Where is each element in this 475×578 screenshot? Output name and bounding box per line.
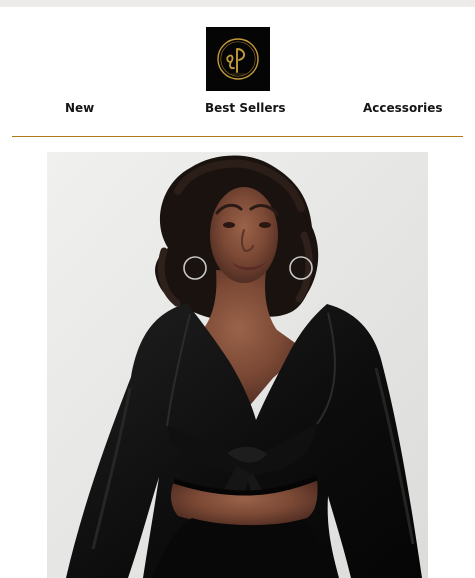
main-navigation: New Best Sellers Accessories <box>0 99 475 117</box>
nav-link-best-sellers[interactable]: Best Sellers <box>205 99 286 117</box>
brand-logo[interactable] <box>206 27 270 91</box>
page: New Best Sellers Accessories <box>0 0 475 578</box>
model-wearing-black-top-image <box>47 152 428 578</box>
header-divider <box>12 136 463 137</box>
nav-link-new[interactable]: New <box>65 99 94 117</box>
hero-product-image[interactable] <box>47 152 428 578</box>
nav-link-accessories[interactable]: Accessories <box>363 99 443 117</box>
top-browser-strip <box>0 0 475 7</box>
brand-monogram-icon <box>206 27 270 91</box>
